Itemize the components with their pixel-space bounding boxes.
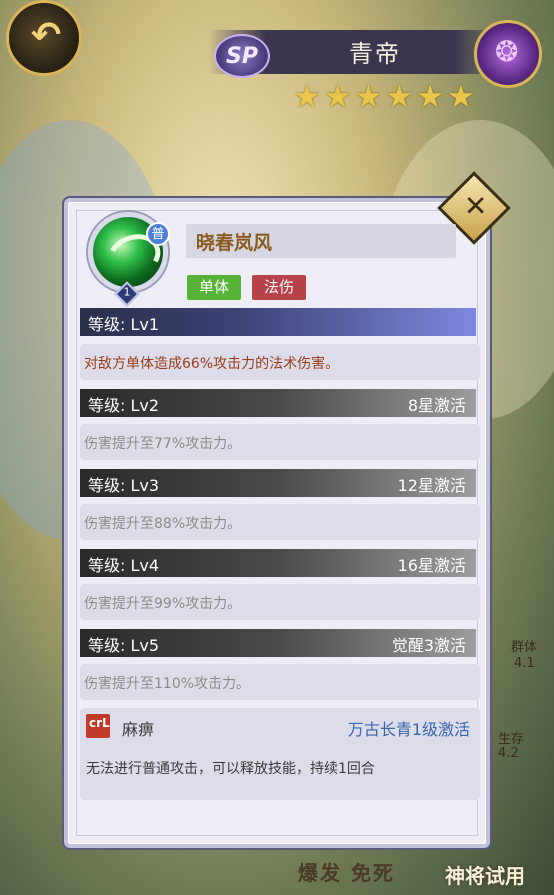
level-row-4: 等级: Lv4 16星激活 — [80, 549, 476, 577]
effect-name: 麻痹 — [122, 720, 155, 739]
level-label: 等级: Lv1 — [88, 315, 160, 334]
star-icon: ★ — [416, 79, 444, 115]
trial-button[interactable]: 神将试用 — [445, 860, 525, 889]
level-desc-text: 伤害提升至110%攻击力。 — [84, 676, 251, 692]
level-label: 等级: Lv4 — [88, 556, 160, 575]
close-icon: ✕ — [463, 189, 488, 223]
star-icon: ★ — [323, 79, 352, 115]
level-condition: 觉醒3激活 — [391, 636, 466, 655]
skill-name: 晓春岚风 — [196, 232, 273, 254]
level-desc-text: 对敌方单体造成66%攻击力的法术伤害。 — [84, 356, 340, 372]
level-row-5: 等级: Lv5 觉醒3激活 — [80, 629, 476, 657]
level-desc-5: 伤害提升至110%攻击力。 — [80, 664, 480, 700]
back-button[interactable]: ↶ — [6, 0, 82, 76]
star-icon: ★ — [385, 79, 414, 115]
level-condition: 8星激活 — [407, 396, 466, 415]
paralysis-icon: ᴄrL — [86, 714, 110, 738]
level-condition: 16星激活 — [397, 556, 466, 575]
survive-value: 4.2 — [498, 746, 519, 761]
star-icon: ★ — [354, 79, 383, 115]
level-desc-3: 伤害提升至88%攻击力。 — [80, 504, 480, 540]
level-desc-1: 对敌方单体造成66%攻击力的法术伤害。 — [80, 344, 480, 380]
tag-magic-damage: 法伤 — [252, 275, 307, 300]
level-desc-text: 伤害提升至77%攻击力。 — [84, 436, 242, 452]
grade-badge: 普 — [146, 222, 170, 246]
level-label: 等级: Lv5 — [88, 636, 160, 655]
effect-description: 无法进行普通攻击，可以释放技能，持续1回合 — [86, 761, 375, 777]
effect-condition: 万古长青1级激活 — [347, 720, 470, 739]
level-row-1: 等级: Lv1 — [80, 308, 476, 336]
level-label: 等级: Lv3 — [88, 476, 160, 495]
paralysis-icon-text: ᴄrL — [89, 716, 110, 730]
sp-badge: SP — [214, 34, 270, 78]
group-label: 群体 — [511, 640, 538, 655]
level-label: 等级: Lv2 — [88, 396, 160, 415]
level-desc-4: 伤害提升至99%攻击力。 — [80, 584, 480, 620]
back-icon: ↶ — [31, 15, 62, 56]
level-desc-2: 伤害提升至77%攻击力。 — [80, 424, 480, 460]
tag-single-target: 单体 — [187, 275, 242, 300]
level-desc-text: 伤害提升至88%攻击力。 — [84, 516, 242, 532]
skill-level-number: 1 — [123, 285, 131, 299]
flame-icon[interactable]: ❂ — [474, 20, 542, 88]
level-row-3: 等级: Lv3 12星激活 — [80, 469, 476, 497]
hero-name: 青帝 — [349, 40, 401, 68]
level-desc-text: 伤害提升至99%攻击力。 — [84, 596, 242, 612]
star-rating: ★ ★ ★ ★ ★ ★ — [293, 82, 475, 113]
star-icon: ★ — [446, 79, 475, 115]
hero-traits: 爆发 免死 — [298, 861, 395, 885]
level-row-2: 等级: Lv2 8星激活 — [80, 389, 476, 417]
level-condition: 12星激活 — [397, 476, 466, 495]
star-icon: ★ — [293, 79, 321, 115]
group-value: 4.1 — [514, 656, 535, 671]
survive-label: 生存 — [498, 732, 525, 747]
